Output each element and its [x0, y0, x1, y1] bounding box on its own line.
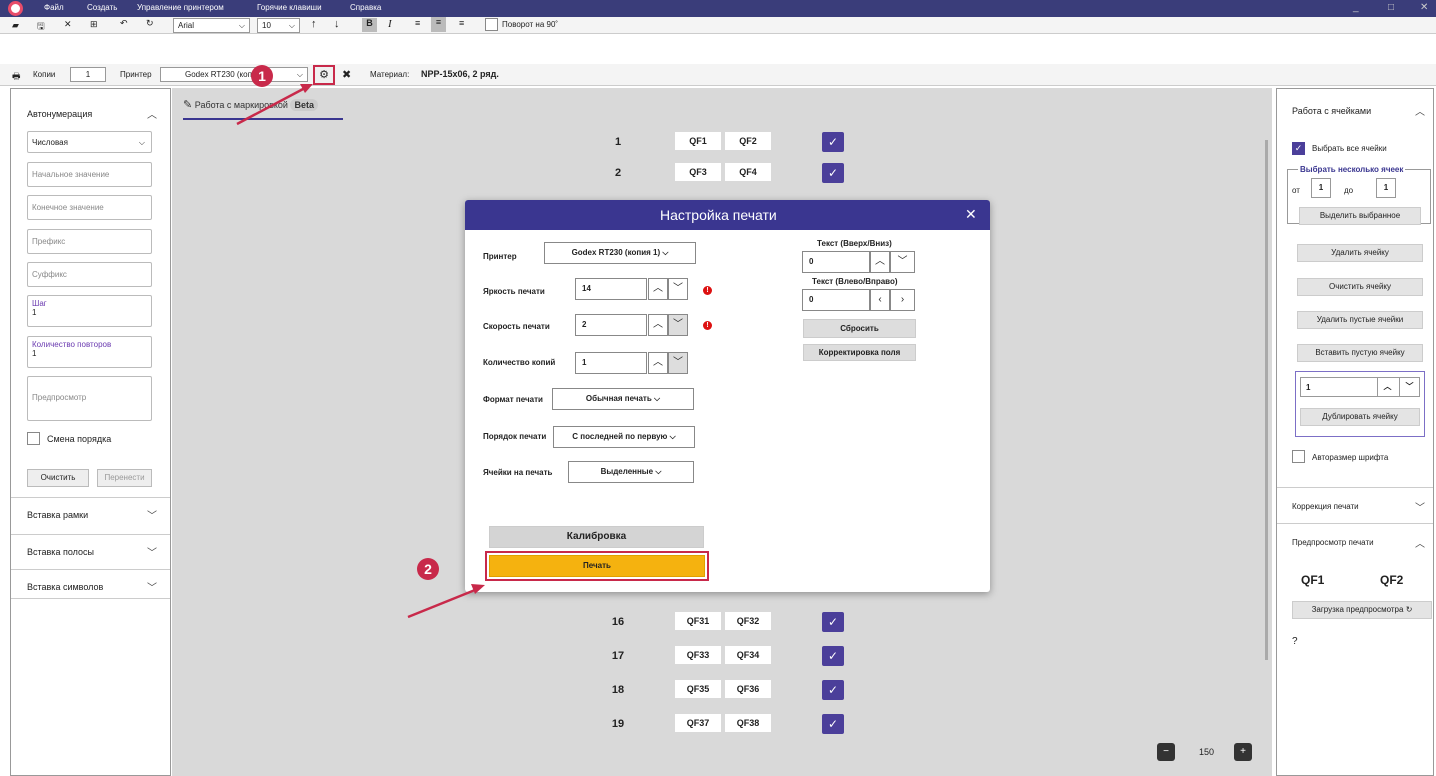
annotation-arrow-2: [407, 588, 476, 619]
annotation-marker-1: 1: [251, 65, 273, 87]
annotation-arrowhead-2: [471, 584, 485, 594]
annotation-arrow-1: [236, 86, 306, 126]
annotation-marker-2: 2: [417, 558, 439, 580]
annotation-arrows: [236, 84, 485, 619]
